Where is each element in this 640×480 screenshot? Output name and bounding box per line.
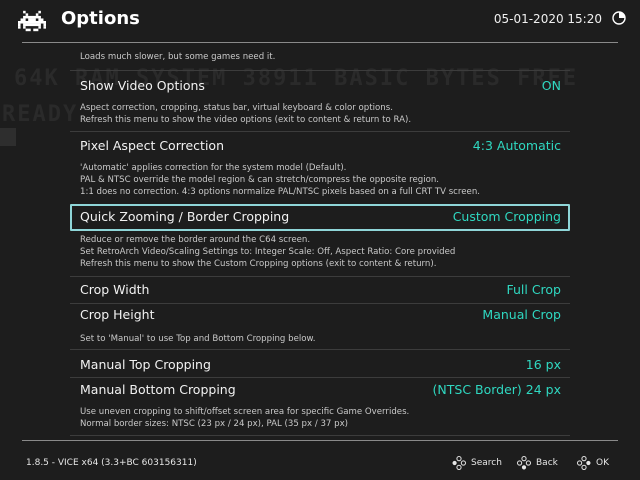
list-divider (70, 70, 570, 71)
clock-datetime: 05-01-2020 15:20 (493, 12, 602, 26)
page-title: Options (61, 8, 140, 29)
header-bar: Options 05-01-2020 15:20 (0, 0, 640, 42)
header-divider (22, 42, 618, 43)
option-label: Pixel Aspect Correction (80, 138, 224, 153)
c64-cursor (0, 128, 16, 146)
search-button-label: Search (471, 458, 502, 468)
footer-divider (22, 440, 618, 441)
option-value: (NTSC Border) 24 px (432, 382, 561, 397)
option-quick-zooming-border-cropping[interactable]: Quick Zooming / Border Cropping Custom C… (70, 204, 570, 231)
option-value: Manual Crop (482, 307, 561, 322)
option-label: Manual Bottom Cropping (80, 382, 236, 397)
option-label: Show Video Options (80, 78, 205, 93)
option-value: Custom Cropping (452, 209, 561, 224)
gamepad-buttons-icon (577, 456, 591, 470)
option-value: ON (541, 78, 561, 93)
ok-button-label: OK (596, 458, 609, 468)
option-value: 4:3 Automatic (472, 138, 561, 153)
option-value: 16 px (525, 357, 561, 372)
option-manual-top-cropping[interactable]: Manual Top Cropping 16 px (70, 353, 570, 378)
list-divider (70, 349, 570, 350)
option-pixel-aspect-correction[interactable]: Pixel Aspect Correction 4:3 Automatic (70, 134, 570, 159)
core-version-label: 1.8.5 - VICE x64 (3.3+BC 603156311) (26, 458, 197, 468)
option-description: 'Automatic' applies correction for the s… (80, 163, 481, 197)
gamepad-buttons-icon (517, 456, 531, 470)
option-crop-height[interactable]: Crop Height Manual Crop (70, 303, 570, 328)
option-description: Aspect correction, cropping, status bar,… (80, 103, 412, 125)
ok-button[interactable]: OK (577, 455, 609, 471)
back-button[interactable]: Back (517, 455, 558, 471)
space-invader-icon (18, 10, 46, 32)
list-divider (70, 276, 570, 277)
option-label: Quick Zooming / Border Cropping (80, 209, 290, 224)
list-divider (70, 435, 570, 436)
option-label: Manual Top Cropping (80, 357, 211, 372)
option-label: Crop Width (80, 282, 150, 297)
option-show-video-options[interactable]: Show Video Options ON (70, 74, 570, 99)
option-description: Set to 'Manual' to use Top and Bottom Cr… (80, 334, 316, 344)
previous-item-description: Loads much slower, but some games need i… (80, 52, 276, 62)
battery-icon (612, 11, 626, 25)
gamepad-buttons-icon (452, 456, 466, 470)
option-value: Full Crop (506, 282, 561, 297)
search-button[interactable]: Search (452, 455, 502, 471)
back-button-label: Back (536, 458, 558, 468)
option-label: Crop Height (80, 307, 155, 322)
option-crop-width[interactable]: Crop Width Full Crop (70, 278, 570, 303)
option-description: Use uneven cropping to shift/offset scre… (80, 407, 410, 429)
option-description: Reduce or remove the border around the C… (80, 235, 456, 269)
option-manual-bottom-cropping[interactable]: Manual Bottom Cropping (NTSC Border) 24 … (70, 378, 570, 403)
list-divider (70, 131, 570, 132)
